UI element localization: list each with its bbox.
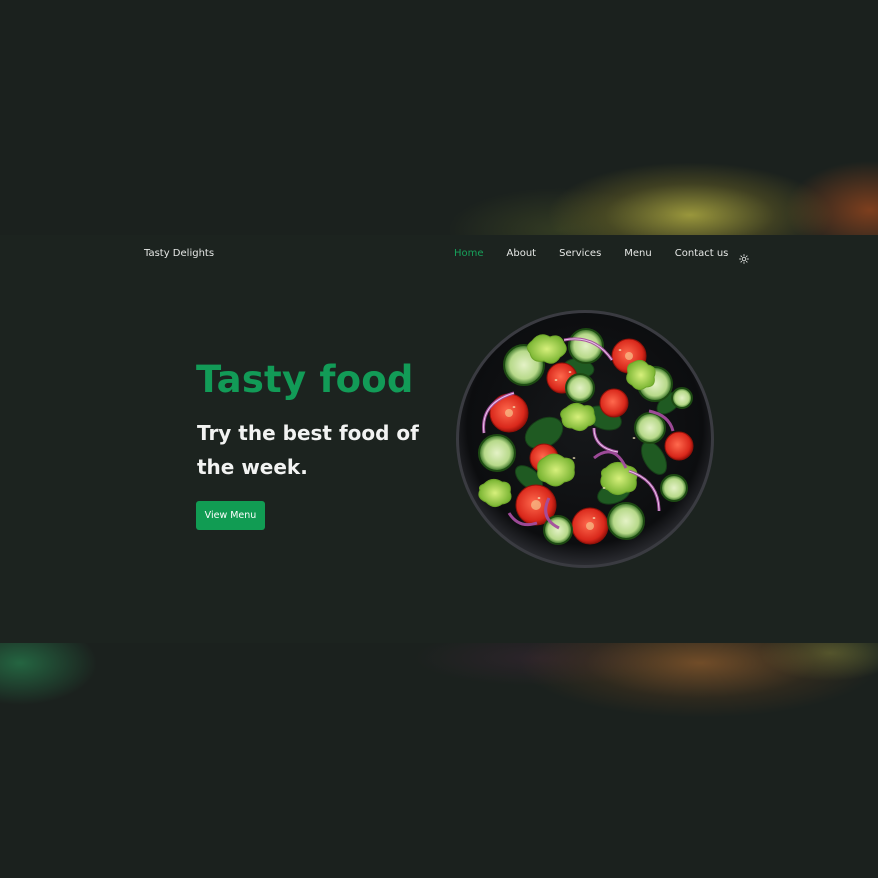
nav-item-home[interactable]: Home (454, 248, 484, 259)
salad-bowl-image (454, 308, 716, 570)
landing-page: Tasty Delights Home About Services Menu … (0, 235, 878, 643)
sun-icon[interactable] (739, 249, 750, 264)
nav-item-about[interactable]: About (507, 248, 537, 259)
ambient-backdrop-top (0, 0, 878, 235)
nav-item-menu[interactable]: Menu (624, 248, 651, 259)
hero-subtitle: Try the best food of the week. (197, 421, 419, 479)
view-menu-button[interactable]: View Menu (196, 501, 265, 530)
nav-item-services[interactable]: Services (559, 248, 601, 259)
brand-logo[interactable]: Tasty Delights (144, 248, 214, 259)
ambient-backdrop-bottom (0, 643, 878, 878)
hero-title: Tasty food (196, 358, 414, 401)
nav-item-contact[interactable]: Contact us (675, 248, 729, 259)
screenshot-stage: Tasty Delights Home About Services Menu … (0, 0, 878, 878)
main-nav: Home About Services Menu Contact us (454, 248, 750, 264)
